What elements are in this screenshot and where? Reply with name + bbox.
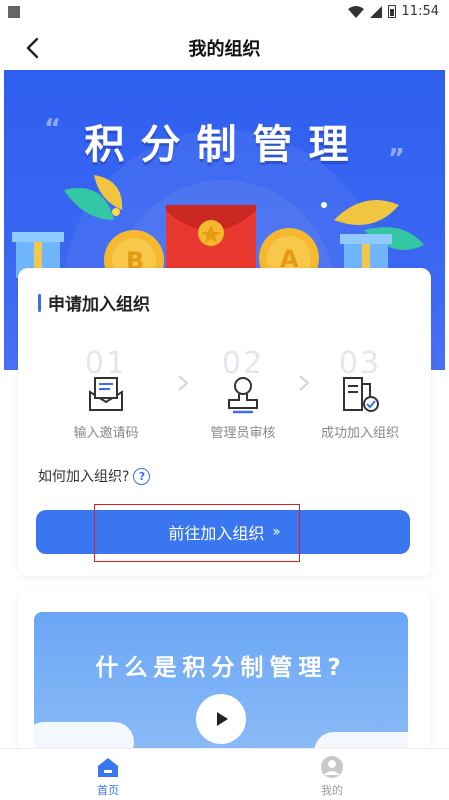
leaf-icon (334, 200, 399, 225)
page-title: 我的组织 (188, 39, 261, 60)
step-number: 01 (84, 346, 128, 381)
step-label: 成功加入组织 (320, 426, 399, 441)
wifi-icon (347, 5, 364, 18)
play-icon (217, 712, 228, 726)
play-button[interactable] (196, 694, 246, 744)
step-1: 01 输入邀请码 (46, 346, 166, 442)
video-title: 什么是积分制管理? (95, 655, 347, 681)
section-accent-bar (38, 294, 41, 312)
how-to-join-text: 如何加入组织? (38, 469, 130, 485)
join-steps: 01 输入邀请码 02 管理员审核 03 成功加入组织 (18, 348, 431, 458)
bottom-tab-bar: 首页 我的 (0, 748, 449, 800)
status-bar: 11:54 (0, 0, 449, 26)
step-number: 02 (221, 346, 265, 381)
nav-bar: 我的组织 (0, 26, 449, 70)
home-icon (98, 758, 118, 777)
video-thumbnail[interactable]: 什么是积分制管理? (34, 612, 408, 760)
tab-home[interactable]: 首页 (68, 755, 148, 798)
step-label: 输入邀请码 (73, 426, 139, 441)
notification-icon (8, 6, 20, 18)
signal-icon (369, 5, 382, 18)
step-label: 管理员审核 (210, 426, 276, 441)
back-arrow-icon[interactable] (20, 34, 48, 62)
status-time: 11:54 (401, 4, 439, 19)
step-3: 03 成功加入组织 (300, 346, 420, 442)
tab-profile[interactable]: 我的 (292, 755, 372, 798)
step-number: 03 (338, 346, 382, 381)
status-icons: 11:54 (347, 4, 439, 19)
battery-icon (387, 5, 396, 18)
step-2: 02 管理员审核 (183, 346, 303, 442)
tab-label: 我的 (321, 784, 343, 797)
profile-icon (321, 756, 343, 778)
tab-label: 首页 (97, 784, 119, 797)
highlight-box (94, 504, 300, 562)
section-title: 申请加入组织 (48, 295, 150, 315)
question-icon[interactable]: ? (133, 467, 151, 485)
intro-video-card: 什么是积分制管理? (18, 590, 431, 760)
how-to-join-row: 如何加入组织? ? (38, 466, 151, 486)
